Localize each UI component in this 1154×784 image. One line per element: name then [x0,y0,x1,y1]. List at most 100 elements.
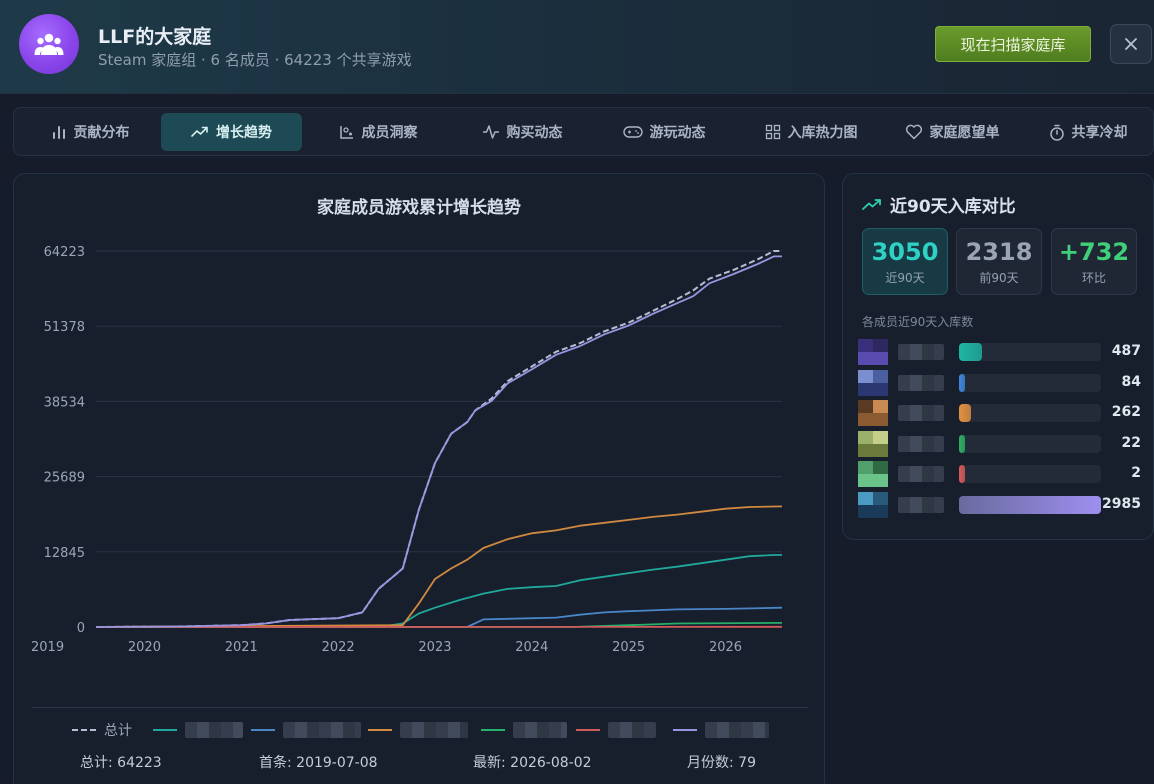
member-bar-fill [959,434,965,453]
member-row: 22 [856,430,1146,457]
series-line-total [95,250,782,628]
member-row: 2 [856,461,1146,487]
growth-line-chart: 0 12845 25689 38534 51378 64223 2019 2020 2021 20… [31,245,783,655]
timer-icon [1049,124,1064,141]
trend-up-icon [862,198,881,210]
y-tick-label: 64223 [44,245,85,260]
member-name-blurred [898,405,944,421]
member-name-blurred [898,466,944,482]
member-avatar [858,430,888,457]
kpi-label: 前90天 [979,271,1019,285]
legend-line [368,729,392,731]
x-tick-label: 2026 [709,640,742,655]
member-count: 262 [1111,404,1141,420]
member-avatar [858,400,888,426]
legend-item-total[interactable]: 总计 [72,720,132,740]
legend-item-member-6[interactable] [673,720,769,740]
member-count: 84 [1121,373,1141,390]
y-tick-label: 38534 [44,395,85,410]
member-bar-track [959,495,1101,514]
stat-latest-date: 最新: 2026-08-02 [473,755,592,771]
member-count: 2985 [1102,495,1141,512]
tab-label: 家庭愿望单 [929,125,1000,141]
member-bar-track [959,343,1101,361]
legend-divider [32,707,808,708]
legend-line [481,729,505,731]
tab-label: 共享冷却 [1071,125,1128,141]
member-bar-fill [959,373,965,392]
kpi-previous-90-days: 2318 前90天 [956,228,1042,295]
member-bar-fill [959,465,965,483]
legend-item-member-1[interactable] [153,720,243,740]
close-icon [1125,38,1137,50]
legend-item-member-5[interactable] [576,720,656,740]
side-title-text: 近90天入库对比 [890,197,1016,217]
kpi-value: +732 [1058,238,1130,266]
x-tick-label: 2025 [612,640,645,655]
blurred-name [608,722,656,738]
stat-total: 总计: 64223 [80,755,162,771]
y-tick-label: 0 [77,621,85,636]
member-bar-track [959,404,1101,422]
blurred-name [283,722,361,738]
legend-item-member-3[interactable] [368,720,468,740]
legend-label: 总计 [104,723,132,739]
legend-line [72,729,96,731]
stat-month-count: 月份数: 79 [687,755,756,771]
legend-item-member-2[interactable] [251,720,361,740]
member-name-blurred [898,435,944,452]
tab-wishlist[interactable]: 家庭愿望单 [884,113,1020,151]
legend-line [576,729,600,731]
x-tick-label: 2024 [515,640,548,655]
member-name-blurred [898,496,944,513]
x-tick-label: 2022 [322,640,355,655]
member-name-blurred [898,344,944,360]
member-count: 2 [1131,465,1141,481]
blurred-name [400,722,468,738]
y-tick-label: 12845 [44,546,85,561]
tab-share-cooldown[interactable]: 共享冷却 [1026,113,1150,151]
legend-item-member-4[interactable] [481,720,567,740]
member-avatar [858,339,888,365]
blurred-name [705,722,769,738]
kpi-label: 近90天 [885,271,925,285]
legend-line [673,729,697,731]
member-bar-fill [959,343,982,361]
y-tick-label: 25689 [44,471,85,486]
member-avatar [858,369,888,396]
kpi-change: +732 环比 [1051,228,1137,295]
x-tick-label: 2021 [225,640,258,655]
x-tick-label: 2023 [418,640,451,655]
blurred-name [513,722,567,738]
member-row: 487 [856,339,1146,365]
member-count: 22 [1121,434,1141,451]
kpi-last-90-days: 3050 近90天 [862,228,948,295]
member-bar-fill [959,404,971,422]
stat-first-date: 首条: 2019-07-08 [259,755,378,771]
heart-icon [905,124,922,140]
member-bar-track [959,373,1101,392]
member-name-blurred [898,374,944,391]
member-bar-fill [959,495,1101,514]
member-avatar [858,461,888,487]
member-row: 2985 [856,491,1146,518]
member-row: 84 [856,369,1146,396]
kpi-value: 3050 [871,238,939,266]
kpi-label: 环比 [1081,271,1106,285]
x-tick-label: 2019 [31,640,64,655]
series-line [96,554,782,628]
scan-library-button[interactable]: 现在扫描家庭库 [935,26,1091,62]
legend-line [251,729,275,731]
member-avatar [858,491,888,518]
member-count: 487 [1111,343,1141,359]
legend-line [153,729,177,731]
y-tick-label: 51378 [44,320,85,335]
close-button[interactable] [1110,24,1152,64]
member-bar-track [959,434,1101,453]
member-bar-track [959,465,1101,483]
kpi-value: 2318 [965,238,1033,266]
member-list-title: 各成员近90天入库数 [862,315,974,329]
blurred-name [185,722,243,738]
series-line [95,255,782,628]
x-tick-label: 2020 [128,640,161,655]
